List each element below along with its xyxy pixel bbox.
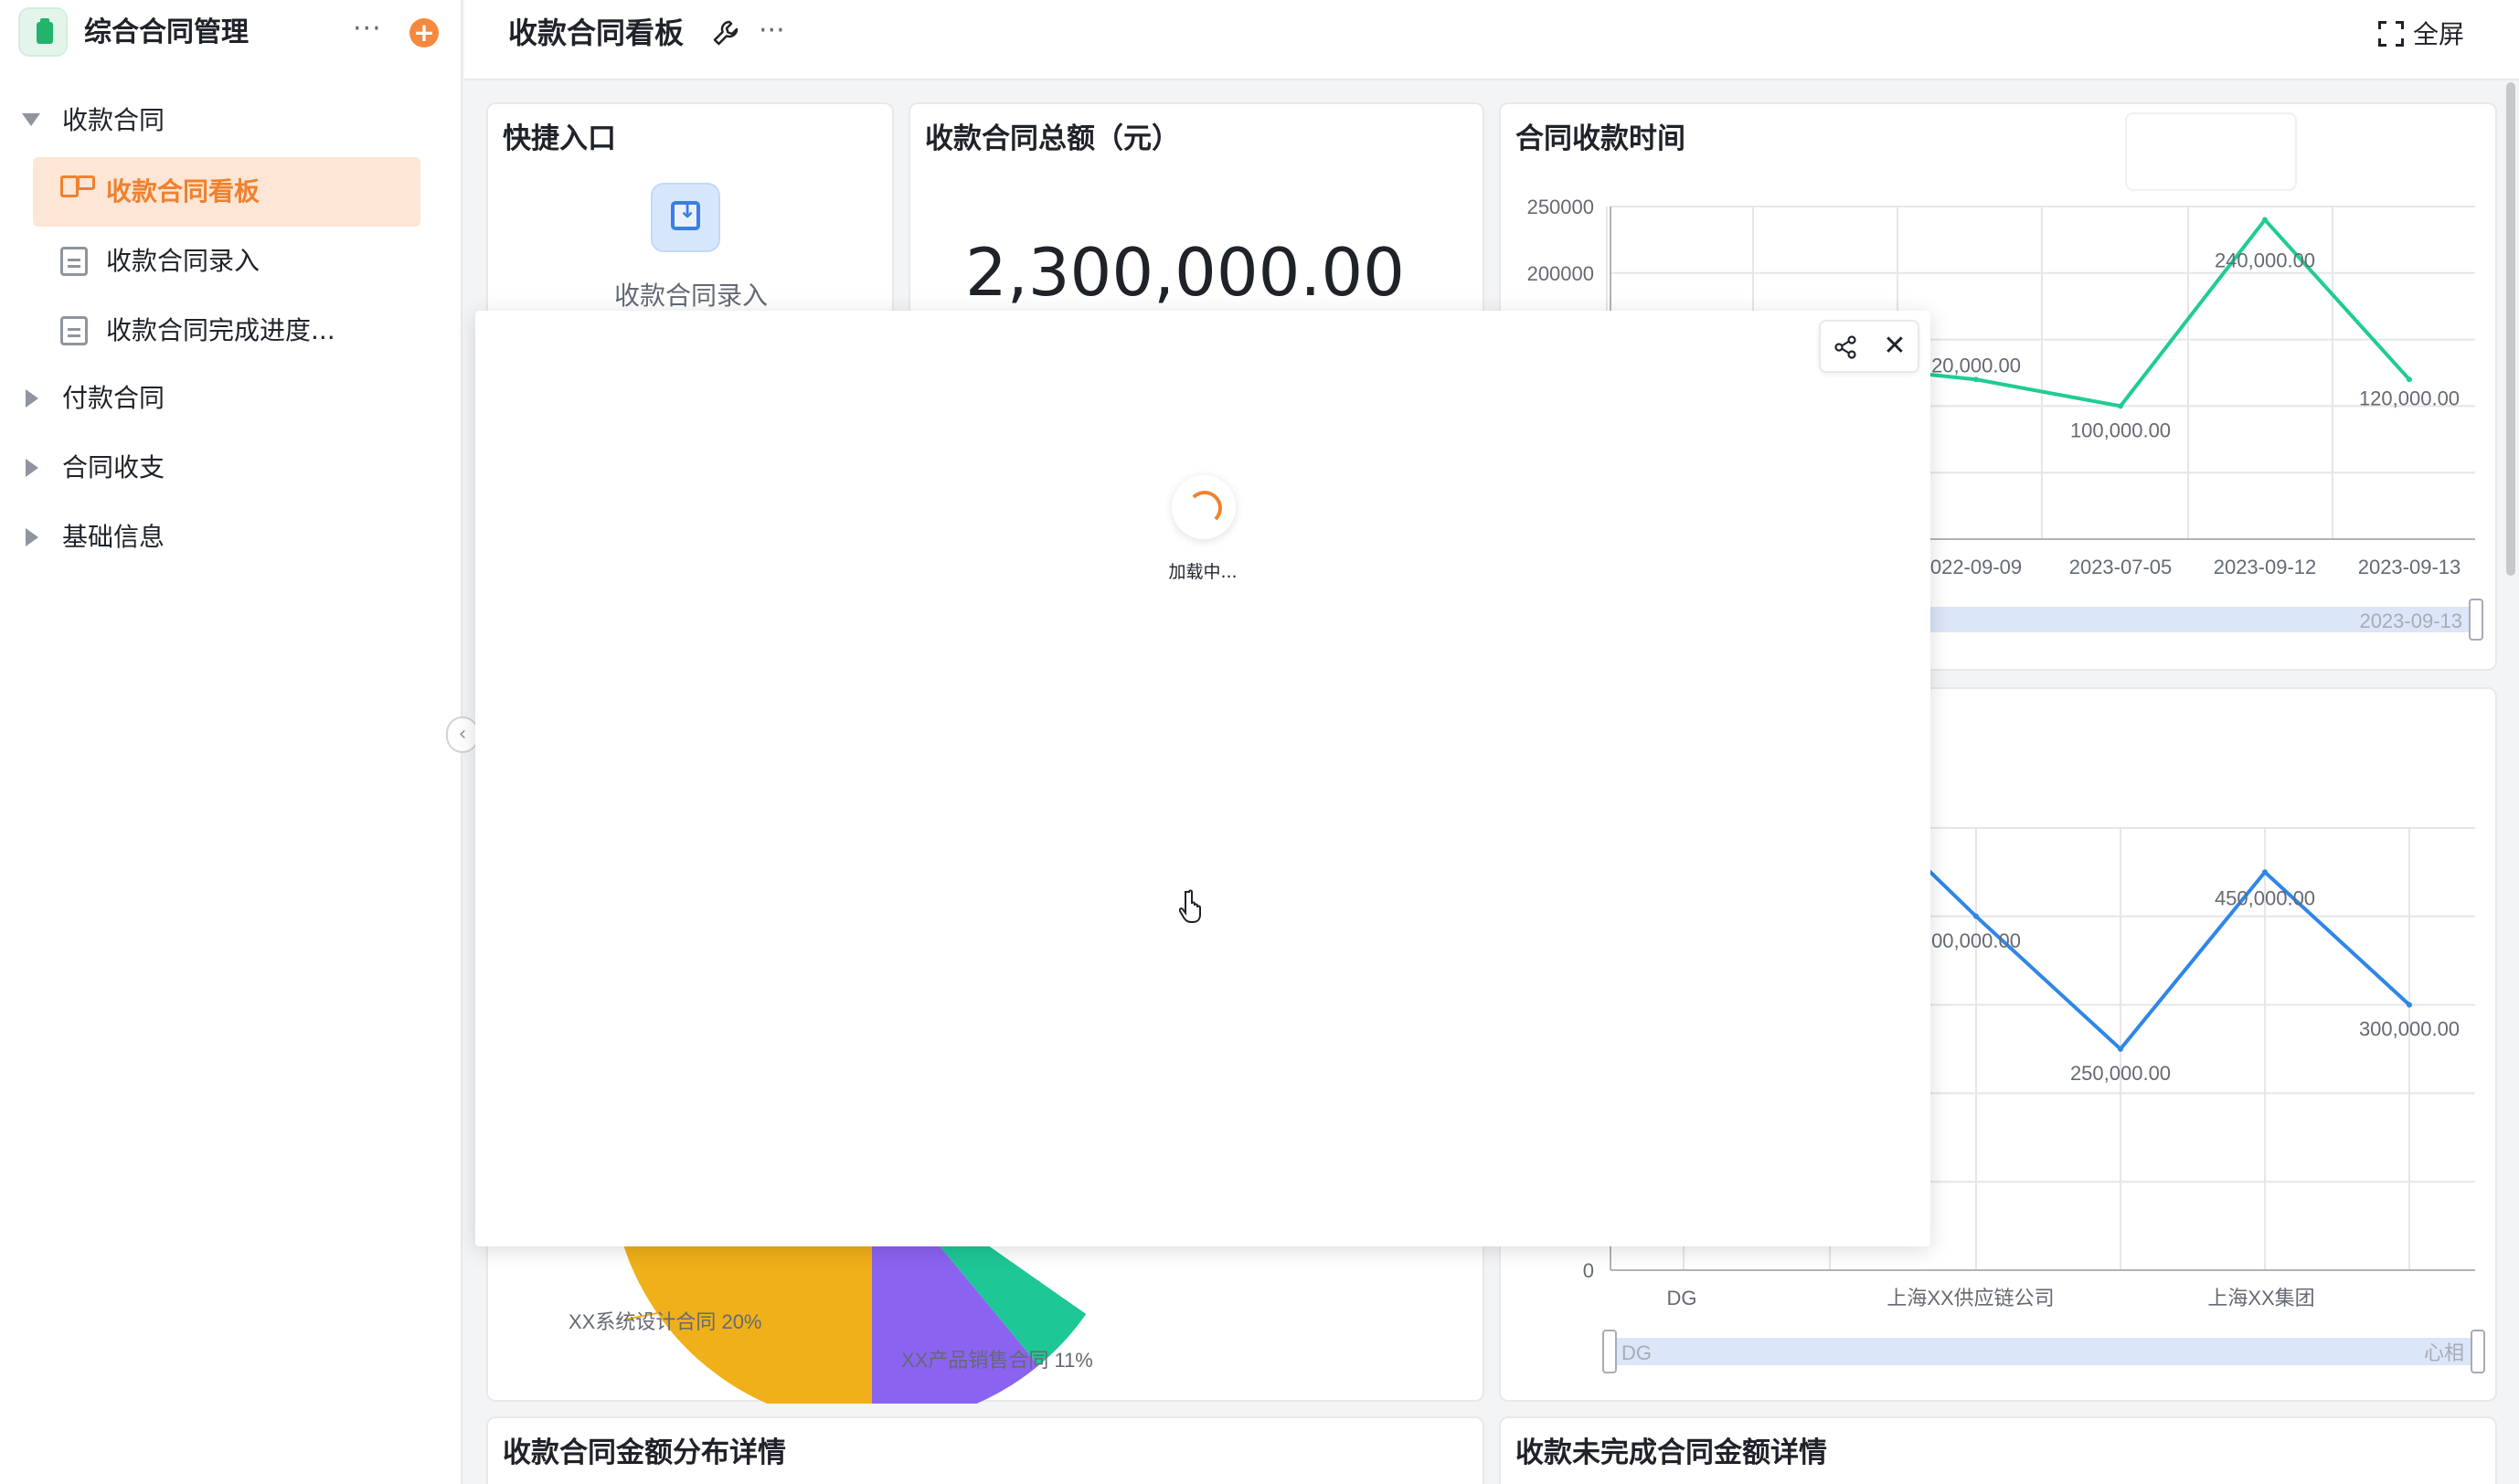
fullscreen-label: 全屏 xyxy=(2412,19,2464,49)
range-slider-handle xyxy=(1602,1330,1617,1373)
hand-cursor-icon xyxy=(1179,889,1201,923)
series-line xyxy=(1919,862,2411,1052)
data-point xyxy=(1973,913,1979,919)
data-label: 20,000.00 xyxy=(1931,354,2021,376)
card-title: 快捷入口 xyxy=(503,122,616,155)
data-point xyxy=(2118,1046,2123,1052)
x-tick-label: DG xyxy=(1667,1287,1697,1309)
close-icon[interactable]: ✕ xyxy=(1881,333,1908,360)
card-title: 收款未完成合同金额详情 xyxy=(1515,1436,1827,1469)
total-amount-value: 2,300,000.00 xyxy=(965,234,1405,311)
sidebar-group-label: 收款合同 xyxy=(62,105,165,135)
range-slider-handle xyxy=(2469,599,2483,641)
data-label: 00,000.00 xyxy=(1931,929,2021,952)
fullscreen-icon xyxy=(2377,21,2404,47)
range-slider xyxy=(1610,1338,2477,1365)
chevron-down-icon xyxy=(22,113,40,126)
data-label: 250,000.00 xyxy=(2070,1062,2171,1085)
tooltip-placeholder xyxy=(2125,112,2297,191)
x-tick-label: 2023-07-05 xyxy=(2069,556,2173,578)
range-slider-label: 2023-09-13 xyxy=(2359,610,2462,632)
page-more-button[interactable]: ··· xyxy=(759,11,785,51)
page-scrollbar[interactable] xyxy=(2506,82,2515,576)
data-point xyxy=(2407,1002,2412,1008)
data-point xyxy=(2118,403,2123,409)
y-tick-label: 250000 xyxy=(1527,196,1594,218)
form-icon xyxy=(60,247,88,276)
data-label: 450,000.00 xyxy=(2215,886,2315,909)
card-title: 收款合同总额（元） xyxy=(925,122,1180,155)
y-tick-label: 200000 xyxy=(1527,262,1594,285)
form-icon xyxy=(60,316,88,345)
page-title: 收款合同看板 xyxy=(508,16,685,50)
pie-slice-label: XX产品销售合同 11% xyxy=(901,1349,1093,1372)
chevron-right-icon xyxy=(26,459,38,477)
fullscreen-button[interactable]: 全屏 xyxy=(2377,16,2464,53)
data-point xyxy=(2407,376,2412,383)
sidebar-group-label: 合同收支 xyxy=(62,452,165,482)
sidebar-collapse-button[interactable]: ‹ xyxy=(446,716,479,753)
clipboard-icon xyxy=(18,7,68,57)
sidebar-group-label: 基础信息 xyxy=(62,522,165,552)
share-icon[interactable] xyxy=(1833,334,1859,360)
sidebar-item-label: 收款合同录入 xyxy=(106,246,260,276)
x-tick-label: 2023-09-12 xyxy=(2214,556,2317,578)
distribution-detail-card: 收款合同金额分布详情 xyxy=(486,1416,1484,1484)
unfinished-detail-card: 收款未完成合同金额详情 xyxy=(1499,1416,2497,1484)
app-header: 综合合同管理 ··· + xyxy=(0,0,462,68)
pie-slice-label: XX系统设计合同 20% xyxy=(569,1310,762,1333)
topbar: 收款合同看板 ··· 全屏 xyxy=(464,0,2519,80)
popup-toolbar: ✕ xyxy=(1819,320,1919,373)
app-more-button[interactable]: ··· xyxy=(353,9,382,49)
chevron-right-icon xyxy=(26,528,38,546)
x-tick-label: 2023-09-13 xyxy=(2358,556,2461,578)
sidebar-group-label: 付款合同 xyxy=(62,383,165,413)
quick-entry-link[interactable]: 收款合同录入 xyxy=(488,278,894,314)
dashboard-icon xyxy=(60,175,95,207)
x-tick-label: 上海XX集团 xyxy=(2207,1287,2314,1309)
card-title: 收款合同金额分布详情 xyxy=(503,1436,786,1469)
loading-spinner-icon xyxy=(1172,475,1236,539)
sidebar-item-receipt-dashboard[interactable]: 收款合同看板 xyxy=(33,157,420,227)
data-label: 100,000.00 xyxy=(2070,419,2171,441)
sidebar: 综合合同管理 ··· + 收款合同 收款合同看板 收款合同录入 收款合同完成进度… xyxy=(0,0,462,1484)
series-line xyxy=(1847,217,2411,408)
add-button[interactable]: + xyxy=(409,18,439,48)
range-slider-label: 心相 xyxy=(2424,1341,2464,1364)
range-slider-handle xyxy=(2471,1330,2485,1373)
data-label: 300,000.00 xyxy=(2359,1018,2460,1041)
x-tick-label: 上海XX供应链公司 xyxy=(1887,1287,2054,1309)
loading-text: 加载中... xyxy=(1168,562,1238,582)
x-tick-label: 022-09-09 xyxy=(1930,556,2022,578)
y-tick-label: 0 xyxy=(1583,1259,1594,1282)
sidebar-item-label: 收款合同看板 xyxy=(106,176,260,207)
wrench-icon[interactable] xyxy=(711,18,740,48)
data-label: 120,000.00 xyxy=(2359,387,2460,409)
sidebar-item-receipt-progress[interactable]: 收款合同完成进度... xyxy=(33,296,420,366)
data-point xyxy=(2262,217,2268,223)
range-slider-label: DG xyxy=(1621,1341,1652,1364)
app-title: 综合合同管理 xyxy=(84,16,249,48)
sidebar-item-receipt-entry[interactable]: 收款合同录入 xyxy=(33,227,420,296)
chevron-right-icon xyxy=(26,389,38,408)
sidebar-item-label: 收款合同完成进度... xyxy=(106,315,335,345)
data-point xyxy=(2262,869,2268,875)
popup-dialog: ✕ 加载中... xyxy=(475,311,1930,1246)
download-tray-icon[interactable] xyxy=(651,183,720,252)
data-point xyxy=(1973,376,1979,383)
data-label: 240,000.00 xyxy=(2215,249,2315,272)
